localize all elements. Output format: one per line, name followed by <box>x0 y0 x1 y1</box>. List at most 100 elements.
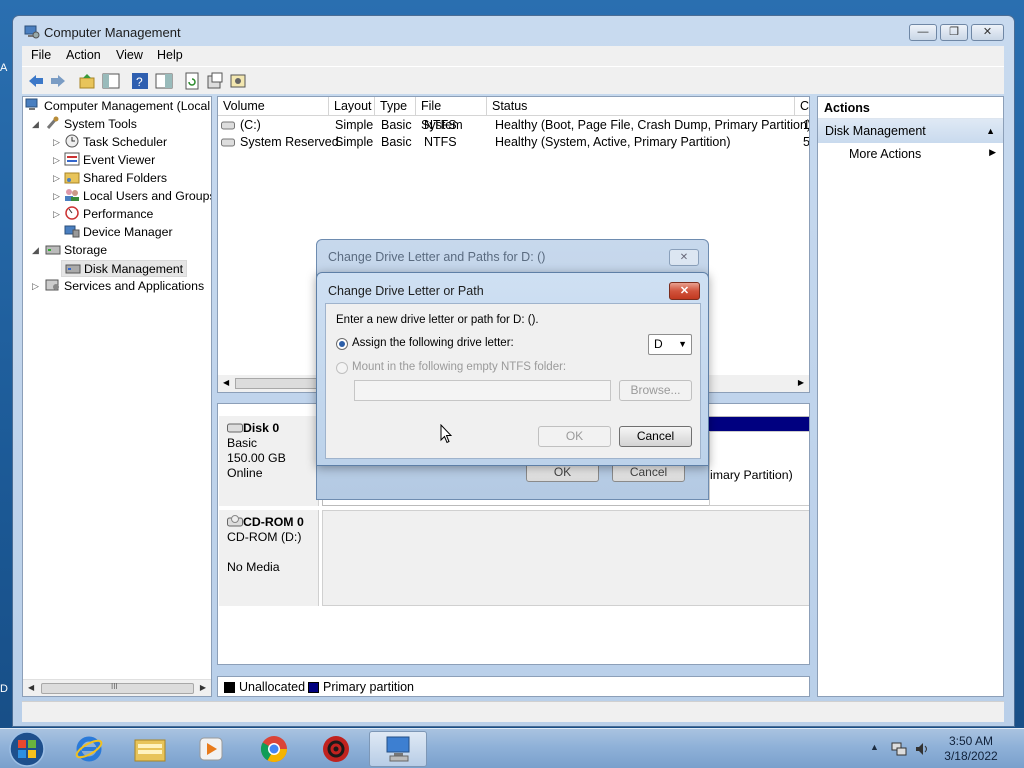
window-title: Computer Management <box>44 25 181 40</box>
tree-item-services-and-applications[interactable]: Services and Applications <box>45 278 204 295</box>
column-layout[interactable]: Layout <box>329 97 375 116</box>
expand-arrow-icon[interactable]: ▷ <box>53 155 60 166</box>
scroll-right-icon[interactable]: ▶ <box>798 378 804 387</box>
cell-layout: Simple <box>335 118 374 132</box>
show-hidden-icons-button[interactable]: ▲ <box>870 742 879 752</box>
tree-item-event-viewer[interactable]: Event Viewer <box>64 152 155 169</box>
scroll-right-icon[interactable]: ▶ <box>200 683 206 692</box>
submenu-arrow-icon[interactable]: ▶ <box>989 147 996 158</box>
menu-action[interactable]: Action <box>66 48 101 62</box>
column-file-system[interactable]: File System <box>416 97 487 132</box>
back-arrow-icon[interactable] <box>27 72 45 90</box>
dialog-prompt: Enter a new drive letter or path for D: … <box>336 314 539 326</box>
start-button-icon[interactable] <box>4 730 50 768</box>
collapse-up-icon[interactable]: ▲ <box>986 119 995 143</box>
column-type[interactable]: Type <box>375 97 416 116</box>
drive-letter-select[interactable]: D ▼ <box>648 334 692 355</box>
table-row[interactable]: (C:) Simple Basic NTFS Healthy (Boot, Pa… <box>218 117 809 134</box>
maximize-button[interactable]: ❐ <box>940 24 968 41</box>
tree-label: Storage <box>64 243 108 257</box>
tree-item-system-tools[interactable]: System Tools <box>45 116 137 133</box>
network-icon[interactable] <box>891 741 907 757</box>
cancel-button[interactable]: Cancel <box>619 426 692 447</box>
disk-0-label[interactable]: Disk 0 Basic 150.00 GB Online <box>219 416 319 506</box>
taskbar-explorer[interactable] <box>121 731 179 767</box>
tree-item-computer-management[interactable]: Computer Management (Local <box>25 98 210 115</box>
mount-folder-radio[interactable] <box>336 362 348 374</box>
partition-status-fragment: imary Partition) <box>710 468 793 482</box>
expand-arrow-icon[interactable]: ▷ <box>53 173 60 184</box>
legend-label-unallocated: Unallocated <box>239 680 306 694</box>
tree-item-shared-folders[interactable]: Shared Folders <box>64 170 167 187</box>
title-bar[interactable]: Computer Management — ❐ ✕ <box>13 16 1014 46</box>
minimize-button[interactable]: — <box>909 24 937 41</box>
tree-horizontal-scrollbar[interactable]: ◀ III ▶ <box>23 679 211 696</box>
expand-arrow-icon[interactable]: ▷ <box>32 281 39 292</box>
properties-pane-icon[interactable] <box>155 72 173 90</box>
status-bar <box>22 701 1004 722</box>
close-button[interactable]: ✕ <box>971 24 1004 41</box>
tree-item-task-scheduler[interactable]: Task Scheduler <box>64 134 167 151</box>
system-clock[interactable]: 3:50 AM 3/18/2022 <box>936 734 1006 764</box>
column-volume[interactable]: Volume <box>218 97 329 116</box>
taskbar-computer-management[interactable] <box>369 731 427 767</box>
assign-letter-radio[interactable] <box>336 338 348 350</box>
expand-arrow-icon[interactable]: ▷ <box>53 191 60 202</box>
table-row[interactable]: System Reserved Simple Basic NTFS Health… <box>218 134 809 151</box>
menu-file[interactable]: File <box>31 48 51 62</box>
dialog-body: Enter a new drive letter or path for D: … <box>325 303 701 459</box>
folder-path-input[interactable] <box>354 380 611 401</box>
cell-capacity: 14 <box>803 118 810 132</box>
expand-arrow-icon[interactable]: ▷ <box>53 209 60 220</box>
volume-icon[interactable] <box>914 741 930 757</box>
cell-type: Basic <box>381 135 412 149</box>
ok-button[interactable]: OK <box>538 426 611 447</box>
help-icon[interactable]: ? <box>131 72 149 90</box>
dialog-close-button[interactable]: ✕ <box>669 249 699 266</box>
assign-letter-label[interactable]: Assign the following drive letter: <box>352 337 514 349</box>
chevron-down-icon[interactable]: ▼ <box>678 335 687 354</box>
volume-list-header: Volume Layout Type File System Status C <box>218 97 809 132</box>
tree-item-disk-management[interactable]: Disk Management <box>61 260 188 277</box>
disk-name: Disk 0 <box>243 421 280 435</box>
actions-section-disk-management[interactable]: Disk Management ▲ <box>818 119 1003 143</box>
menu-view[interactable]: View <box>116 48 143 62</box>
tree-item-storage[interactable]: Storage <box>45 242 107 259</box>
tree-item-local-users-and-groups[interactable]: Local Users and Groups <box>64 188 211 205</box>
scroll-left-icon[interactable]: ◀ <box>28 683 34 692</box>
cell-capacity: 50 <box>803 135 810 149</box>
clock-date: 3/18/2022 <box>944 749 998 763</box>
settings-icon[interactable] <box>229 72 247 90</box>
column-capacity[interactable]: C <box>795 97 809 116</box>
up-folder-icon[interactable] <box>78 72 96 90</box>
taskbar-chrome[interactable] <box>245 731 303 767</box>
column-status[interactable]: Status <box>487 97 795 116</box>
cell-status: Healthy (Boot, Page File, Crash Dump, Pr… <box>495 118 810 132</box>
expand-arrow-icon[interactable]: ▷ <box>53 137 60 148</box>
tree-item-device-manager[interactable]: Device Manager <box>64 224 173 241</box>
cdrom-name: CD-ROM 0 <box>243 515 304 529</box>
dialog-close-button[interactable]: ✕ <box>669 282 700 300</box>
show-hide-tree-icon[interactable] <box>102 72 120 90</box>
browse-button[interactable]: Browse... <box>619 380 692 401</box>
disk-icon <box>227 423 243 433</box>
actions-header: Actions <box>818 97 1003 119</box>
partition-c-block[interactable]: imary Partition) <box>709 431 809 506</box>
refresh-icon[interactable] <box>183 72 201 90</box>
tree-item-performance[interactable]: Performance <box>64 206 153 223</box>
tree-label: Performance <box>83 207 154 221</box>
taskbar-internet-explorer[interactable] <box>60 731 118 767</box>
forward-arrow-icon[interactable] <box>49 72 67 90</box>
collapse-arrow-icon[interactable]: ◢ <box>32 119 39 130</box>
scroll-left-icon[interactable]: ◀ <box>223 378 229 387</box>
more-actions-link[interactable]: More Actions <box>849 147 921 161</box>
menu-help[interactable]: Help <box>157 48 183 62</box>
collapse-arrow-icon[interactable]: ◢ <box>32 245 39 256</box>
computer-management-icon <box>24 25 40 39</box>
taskbar-app-red[interactable] <box>307 731 365 767</box>
performance-icon <box>65 206 79 220</box>
export-list-icon[interactable] <box>206 72 224 90</box>
cdrom-0-label[interactable]: CD-ROM 0 CD-ROM (D:) No Media <box>219 510 319 606</box>
taskbar-media-player[interactable] <box>182 731 240 767</box>
minimize-icon: — <box>917 26 929 38</box>
